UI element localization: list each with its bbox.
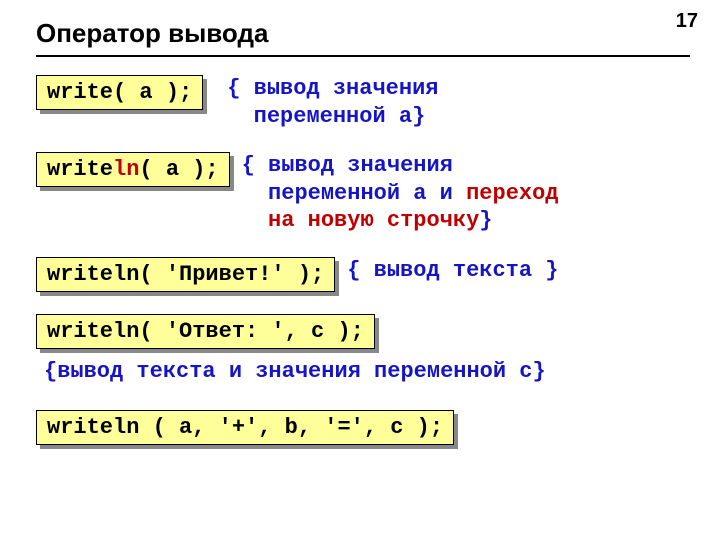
title-divider [36,55,690,57]
row-write: write( a ); { вывод значения переменной … [36,75,690,130]
row-writeln: writeln( a ); { вывод значения переменно… [36,152,690,235]
brace-open: { [227,76,253,101]
comment-write: { вывод значения переменной a} [227,75,690,130]
row-writeln-expr: writeln ( a, '+', b, '=', c ); [36,410,690,445]
brace-close-2: } [479,208,492,233]
comment2-line1: вывод значения [268,153,453,178]
slide: 17 Оператор вывода write( a ); { вывод з… [0,0,720,540]
comment-line1: вывод значения [254,76,439,101]
code-write-prefix: write [47,157,113,182]
page-number: 17 [676,10,698,33]
comment-answer: {вывод текста и значения переменной c} [44,359,690,384]
code-text-5: writeln ( a, '+', b, '=', c ); [47,415,443,440]
slide-title: Оператор вывода [36,18,690,49]
comment2-line2a: переменной a и [268,181,466,206]
code-text-4: writeln( 'Ответ: ', c ); [47,319,364,344]
brace-close: } [412,104,425,129]
row-writeln-text: writeln( 'Привет!' ); { вывод текста } [36,257,690,292]
comment2-line2b: переход [466,181,558,206]
code-writeln-expr: writeln ( a, '+', b, '=', c ); [36,410,454,445]
comment3: { вывод текста } [347,258,558,283]
code-writeln-answer: writeln( 'Ответ: ', c ); [36,314,375,349]
code-text: write( a ); [47,80,192,105]
comment-writeln: { вывод значения переменной a и переход … [242,152,690,235]
code-writeln: writeln( a ); [36,152,230,187]
code-write-suffix: ( a ); [139,157,218,182]
brace-open-2: { [242,153,268,178]
code-ln-red: ln [113,157,139,182]
comment-line2: переменной a [254,104,412,129]
comment-text: { вывод текста } [347,257,690,285]
code-writeln-text: writeln( 'Привет!' ); [36,257,335,292]
comment2-line3: на новую строчку [268,208,479,233]
code-text-3: writeln( 'Привет!' ); [47,262,324,287]
code-write: write( a ); [36,75,203,110]
row-writeln-answer: writeln( 'Ответ: ', c ); [36,314,690,349]
